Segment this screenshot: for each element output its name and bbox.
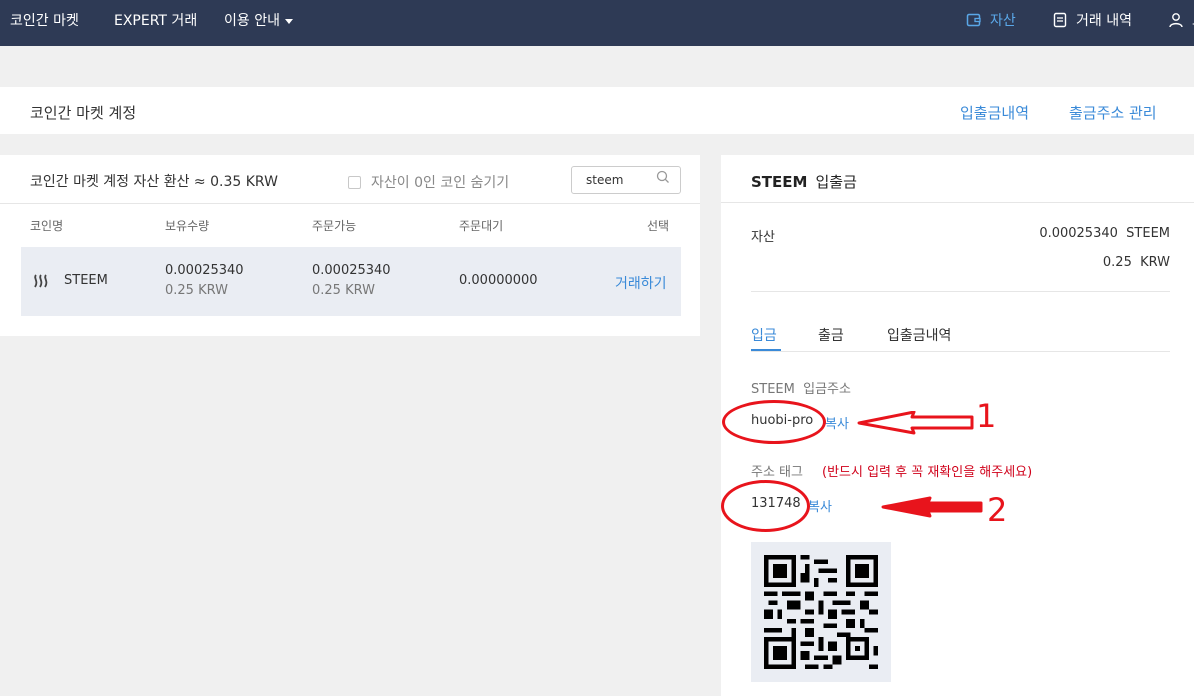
tab-withdraw[interactable]: 출금	[818, 325, 844, 345]
table-row[interactable]: STEEM 0.00025340 0.25 KRW 0.00025340 0.2…	[21, 247, 681, 316]
chevron-down-icon	[284, 18, 293, 24]
trade-link[interactable]: 거래하기	[615, 273, 667, 293]
asset-amount: 0.00025340	[1039, 226, 1118, 241]
steem-logo-icon	[34, 274, 48, 288]
title-coin: STEEM	[751, 173, 808, 191]
tab-divider	[751, 351, 1170, 352]
assets-panel: 코인간 마켓 계정 자산 환산 ≈ 0.35 KRW 자산이 0인 코인 숨기기…	[0, 155, 700, 336]
annotation-ellipse-1	[722, 400, 826, 444]
nav-assets-label: 자산	[990, 13, 1016, 29]
annotation-number-2: 2	[987, 491, 1008, 529]
checkbox-box[interactable]	[348, 176, 361, 189]
hide-zero-label: 자산이 0인 코인 숨기기	[371, 175, 510, 191]
available-krw: 0.25 KRW	[312, 283, 375, 298]
title-suffix: 입출금	[815, 173, 857, 191]
divider	[0, 203, 700, 204]
qr-code-icon	[764, 555, 878, 669]
asset-krw-unit: KRW	[1140, 255, 1170, 270]
col-header-available: 주문가능	[312, 219, 357, 233]
nav-item-coin-market[interactable]: 코인간 마켓	[10, 10, 79, 30]
coin-name: STEEM	[64, 273, 108, 288]
user-icon	[1169, 13, 1183, 28]
active-tab-indicator	[751, 349, 781, 351]
address-coin: STEEM	[751, 382, 795, 397]
document-icon	[1053, 12, 1067, 28]
nav-item-expert-trade[interactable]: EXPERT 거래	[114, 10, 197, 30]
divider	[751, 291, 1170, 292]
annotation-arrow-1	[857, 411, 974, 435]
divider	[721, 202, 1194, 203]
withdraw-address-manage-link[interactable]: 출금주소 관리	[1069, 102, 1157, 123]
qr-code-container	[751, 542, 891, 682]
asset-total-summary: 코인간 마켓 계정 자산 환산 ≈ 0.35 KRW	[30, 174, 278, 190]
copy-address-button[interactable]: 복사	[825, 413, 849, 432]
annotation-arrow-2	[881, 496, 983, 518]
col-header-held: 보유수량	[165, 219, 210, 233]
deposit-panel-title: STEEM 입출금	[751, 171, 857, 192]
tab-history[interactable]: 입출금내역	[887, 325, 951, 345]
nav-assets[interactable]: 자산	[966, 10, 1016, 30]
copy-tag-button[interactable]: 복사	[808, 496, 832, 515]
account-header: 코인간 마켓 계정 입출금내역 출금주소 관리	[0, 87, 1194, 134]
held-amount: 0.00025340	[165, 263, 244, 278]
nav-trade-history[interactable]: 거래 내역	[1052, 10, 1132, 30]
deposit-withdraw-history-link[interactable]: 입출금내역	[960, 102, 1029, 123]
pending-amount: 0.00000000	[459, 273, 538, 288]
annotation-number-1: 1	[976, 397, 997, 435]
nav-trade-history-label: 거래 내역	[1076, 13, 1132, 29]
held-krw: 0.25 KRW	[165, 283, 228, 298]
wallet-icon	[966, 13, 981, 27]
address-label-text: 입금주소	[803, 382, 851, 397]
asset-krw-amount: 0.25	[1102, 255, 1132, 270]
address-tag-warning: (반드시 입력 후 꼭 재확인을 해주세요)	[822, 465, 1033, 480]
search-icon[interactable]	[656, 170, 670, 184]
address-tag-label: 주소 태그	[751, 465, 803, 480]
asset-amount-row: 0.00025340 STEEM	[1039, 226, 1170, 241]
col-header-coin: 코인명	[30, 219, 64, 233]
col-header-select: 선택	[647, 219, 670, 233]
tab-deposit[interactable]: 입금	[751, 325, 777, 345]
hide-zero-checkbox[interactable]: 자산이 0인 코인 숨기기	[348, 172, 509, 192]
col-header-pending: 주문대기	[459, 219, 504, 233]
account-title: 코인간 마켓 계정	[30, 104, 137, 122]
deposit-address-label: STEEM 입금주소	[751, 378, 851, 397]
asset-label: 자산	[751, 230, 775, 245]
top-nav: 코인간 마켓 EXPERT 거래 이용 안내 자산 거래 내역 로	[0, 0, 1194, 46]
asset-unit: STEEM	[1126, 226, 1170, 241]
nav-item-guide[interactable]: 이용 안내	[224, 10, 293, 30]
asset-krw-row: 0.25 KRW	[1103, 255, 1170, 270]
annotation-ellipse-2	[721, 480, 810, 532]
nav-user[interactable]: 로	[1168, 10, 1194, 30]
available-amount: 0.00025340	[312, 263, 391, 278]
nav-item-guide-label: 이용 안내	[224, 13, 280, 29]
